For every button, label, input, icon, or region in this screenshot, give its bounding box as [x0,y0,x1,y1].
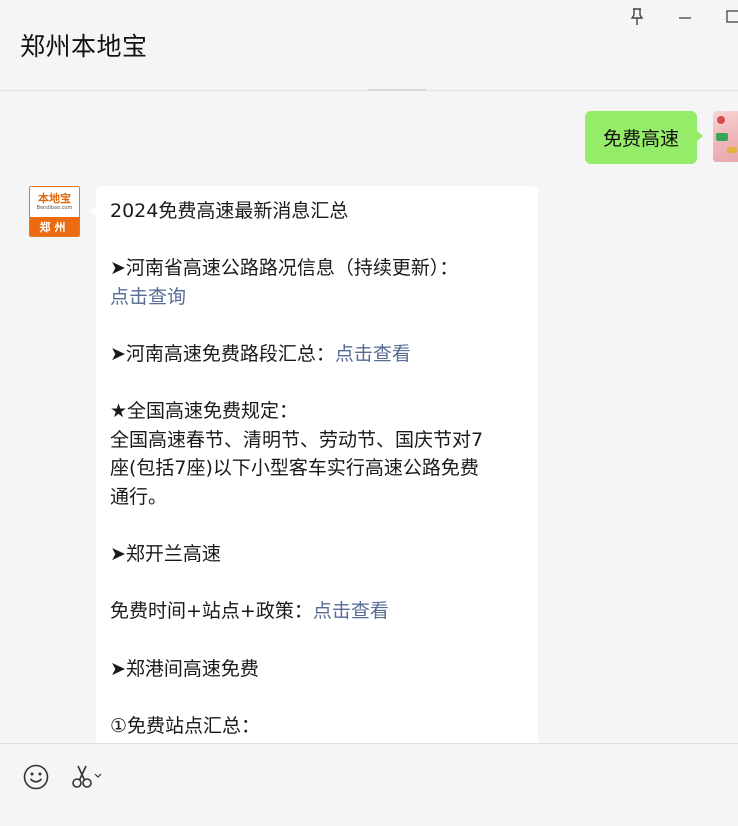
outgoing-message-text: 免费高速 [602,128,679,150]
item-road-conditions: ➤河南省高速公路路况信息（持续更新）： [110,257,459,280]
pin-icon[interactable] [622,4,652,30]
free-sections-link[interactable]: 点击查看 [335,343,411,365]
scroll-indicator [368,89,426,91]
zhengkailan-link[interactable]: 点击查看 [313,600,389,622]
incoming-message-bubble[interactable]: 2024免费高速最新消息汇总 ➤河南省高速公路路况信息（持续更新）： 点击查询 … [90,186,538,744]
emoji-icon[interactable] [22,763,50,791]
outgoing-message-bubble[interactable]: 免费高速 [585,111,703,164]
zhenggang-stations-heading: ①免费站点汇总： [110,714,261,737]
rules-text-line-2: 座(包括7座)以下小型客车实行高速公路免费 [110,457,479,480]
scissors-icon[interactable] [70,763,102,791]
zhengkailan-detail: 免费时间+站点+政策： [110,600,313,623]
message-title: 2024免费高速最新消息汇总 [110,200,349,222]
user-avatar[interactable] [713,111,738,162]
maximize-icon[interactable] [718,4,738,30]
item-zhenggang: ➤郑港间高速免费 [110,657,259,680]
road-conditions-link[interactable]: 点击查询 [110,286,186,308]
title-bar: 郑州本地宝 [0,0,738,91]
rules-heading: ★全国高速免费规定： [110,400,299,423]
chat-area[interactable]: 免费高速 本地宝 Bendibao.com 郑州 2024免费高速最新消息汇总 … [0,92,738,744]
rules-text-line-1: 全国高速春节、清明节、劳动节、国庆节对7 [110,428,484,451]
chat-title: 郑州本地宝 [20,32,148,61]
account-avatar[interactable]: 本地宝 Bendibao.com 郑州 [29,186,80,237]
bendibao-logo: 本地宝 Bendibao.com [30,187,79,217]
item-free-sections: ➤河南高速免费路段汇总： [110,342,335,365]
rules-text-line-3: 通行。 [110,485,168,508]
item-zhengkailan: ➤郑开兰高速 [110,543,221,566]
input-toolbar [0,743,738,826]
minimize-icon[interactable] [670,4,700,30]
avatar-city-label: 郑州 [30,217,79,236]
